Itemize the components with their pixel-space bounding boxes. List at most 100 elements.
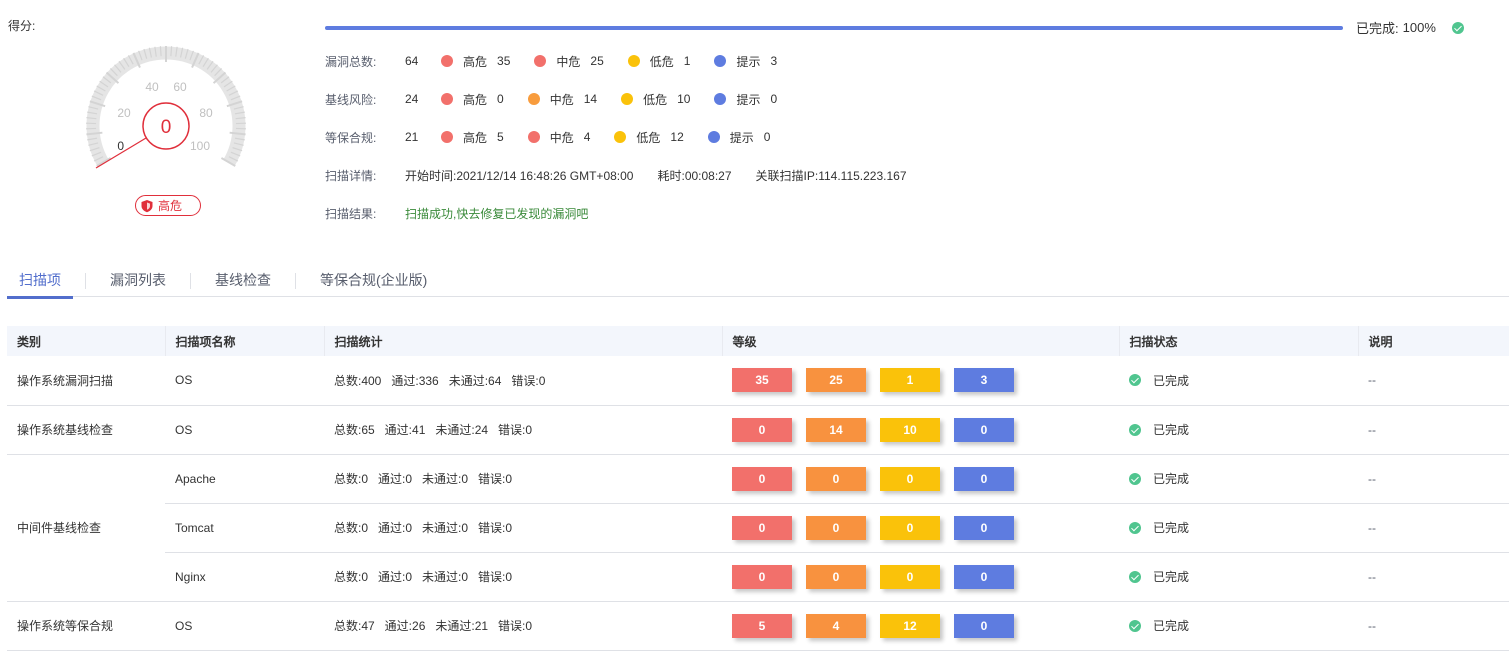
tab-divider xyxy=(190,273,191,289)
score-gauge: 0 20 40 60 80 100 0 xyxy=(86,46,246,169)
gauge-tick xyxy=(159,46,162,57)
level-tag[interactable]: 0 xyxy=(732,564,792,589)
level-count: 0 xyxy=(770,92,778,106)
col-header-category: 类别 xyxy=(7,326,165,356)
scan-items-table: 类别 扫描项名称 扫描统计 等级 扫描状态 说明 操作系统漏洞扫描 OS 总数:40… xyxy=(7,326,1509,651)
table-row: 操作系统等保合规 OS 总数:47 通过:26 未通过:21 错误:0 5 4 12 0 已完… xyxy=(7,601,1509,651)
level-tag[interactable]: 25 xyxy=(806,368,866,393)
gauge-tick-label: 80 xyxy=(199,106,213,120)
cell-status: 已完成 xyxy=(1119,356,1358,406)
tab-baseline-check[interactable]: 基线检查 xyxy=(203,263,283,298)
gauge-tick-label: 40 xyxy=(145,80,159,94)
cell-category: 操作系统基线检查 xyxy=(7,405,165,455)
level-count: 10 xyxy=(677,92,691,106)
level-tag[interactable]: 0 xyxy=(732,466,792,491)
cell-category: 中间件基线检查 xyxy=(7,454,165,602)
col-header-levels: 等级 xyxy=(721,326,1119,356)
level-item: 中危 25 xyxy=(534,53,604,70)
cell-category: 操作系统等保合规 xyxy=(7,601,165,651)
cell-item-name: Tomcat xyxy=(165,503,324,553)
level-count: 0 xyxy=(497,92,504,106)
cell-levels: 5 4 12 0 xyxy=(722,601,1119,651)
tab-scan-items[interactable]: 扫描项 xyxy=(7,263,73,299)
cell-status: 已完成 xyxy=(1119,454,1358,504)
check-circle-icon xyxy=(1129,423,1141,436)
col-header-name: 扫描项名称 xyxy=(164,326,324,356)
level-count: 0 xyxy=(763,130,771,144)
level-tag[interactable]: 35 xyxy=(732,368,792,393)
cell-status: 已完成 xyxy=(1119,405,1358,455)
risk-level-badge: 高危 xyxy=(135,195,201,216)
level-count: 5 xyxy=(497,130,504,144)
level-name: 低危 xyxy=(649,54,674,69)
level-dot-icon xyxy=(714,93,727,105)
level-tag[interactable]: 0 xyxy=(880,515,940,540)
status-text: 已完成 xyxy=(1153,472,1190,486)
summary-total: 24 xyxy=(405,92,419,106)
cell-desc: -- xyxy=(1358,552,1509,602)
level-item: 低危 10 xyxy=(621,91,690,108)
level-tag[interactable]: 12 xyxy=(880,613,940,638)
level-dot-icon xyxy=(627,55,640,67)
check-circle-icon xyxy=(1451,21,1464,34)
gauge-tick-label: 20 xyxy=(117,106,131,120)
cell-stats: 总数:0 通过:0 未通过:0 错误:0 xyxy=(324,454,722,504)
table-row: Nginx 总数:0 通过:0 未通过:0 错误:0 0 0 0 0 已完成 -- xyxy=(7,552,1509,602)
level-tag[interactable]: 4 xyxy=(806,613,866,638)
level-name: 中危 xyxy=(549,130,574,145)
result-text: 扫描成功,快去修复已发现的漏洞吧 xyxy=(405,206,589,221)
level-tag[interactable]: 3 xyxy=(954,368,1014,393)
level-count: 14 xyxy=(583,92,598,106)
cell-status: 已完成 xyxy=(1119,601,1358,651)
tab-compliance[interactable]: 等保合规(企业版) xyxy=(308,263,439,298)
level-tag[interactable]: 0 xyxy=(806,564,866,589)
tab-vuln-list[interactable]: 漏洞列表 xyxy=(98,263,178,298)
level-name: 高危 xyxy=(463,54,488,69)
level-tag[interactable]: 0 xyxy=(880,564,940,589)
level-tag[interactable]: 10 xyxy=(880,417,940,442)
level-dot-icon xyxy=(441,55,453,67)
check-circle-icon xyxy=(1129,374,1141,387)
cell-stats: 总数:0 通过:0 未通过:0 错误:0 xyxy=(324,552,722,602)
cell-desc: -- xyxy=(1358,405,1509,455)
progress-status: 已完成: 100% xyxy=(1356,18,1464,37)
cell-levels: 35 25 1 3 xyxy=(722,356,1119,406)
status-text: 已完成 xyxy=(1153,521,1190,535)
cell-levels: 0000 xyxy=(722,454,1119,504)
table-header-row: 类别 扫描项名称 扫描统计 等级 扫描状态 说明 xyxy=(7,326,1509,356)
level-tag[interactable]: 0 xyxy=(806,466,866,491)
level-tag[interactable]: 0 xyxy=(954,515,1014,540)
level-item: 提示 0 xyxy=(714,91,777,108)
level-tag[interactable]: 1 xyxy=(880,368,940,393)
summary-total: 21 xyxy=(405,130,419,144)
check-circle-icon xyxy=(1129,521,1141,534)
level-tag[interactable]: 14 xyxy=(806,417,866,442)
level-tag[interactable]: 0 xyxy=(880,466,940,491)
level-tag[interactable]: 0 xyxy=(806,515,866,540)
level-tag[interactable]: 0 xyxy=(732,515,792,540)
level-tag[interactable]: 5 xyxy=(732,613,792,638)
level-tag[interactable]: 0 xyxy=(954,466,1014,491)
check-circle-icon xyxy=(1129,570,1141,583)
scan-result-row: 扫描结果: 扫描成功,快去修复已发现的漏洞吧 xyxy=(325,205,588,221)
cell-category: 操作系统漏洞扫描 xyxy=(7,356,165,406)
level-tag[interactable]: 0 xyxy=(732,417,792,442)
level-dot-icon xyxy=(441,131,453,143)
level-tag[interactable]: 0 xyxy=(954,613,1014,638)
cell-levels: 0000 xyxy=(722,503,1119,553)
status-text: 已完成 xyxy=(1153,423,1190,437)
level-name: 提示 xyxy=(736,92,761,107)
level-name: 低危 xyxy=(643,92,668,107)
cell-desc: -- xyxy=(1358,601,1509,651)
cell-item-name: Nginx xyxy=(165,552,324,602)
level-item: 提示 0 xyxy=(707,129,771,146)
level-count: 35 xyxy=(497,54,511,68)
scan-details-row: 扫描详情: 开始时间:2021/12/14 16:48:26 GMT+08:00… xyxy=(325,167,931,183)
cell-desc: -- xyxy=(1358,454,1509,504)
status-text: 已完成 xyxy=(1153,570,1190,584)
table-row: 操作系统漏洞扫描 OS 总数:400 通过:336 未通过:64 错误:0 35 25 1… xyxy=(7,356,1509,406)
level-tag[interactable]: 0 xyxy=(954,564,1014,589)
cell-item-name: OS xyxy=(165,356,324,406)
level-tag[interactable]: 0 xyxy=(954,417,1014,442)
cell-stats: 总数:400 通过:336 未通过:64 错误:0 xyxy=(324,356,722,406)
